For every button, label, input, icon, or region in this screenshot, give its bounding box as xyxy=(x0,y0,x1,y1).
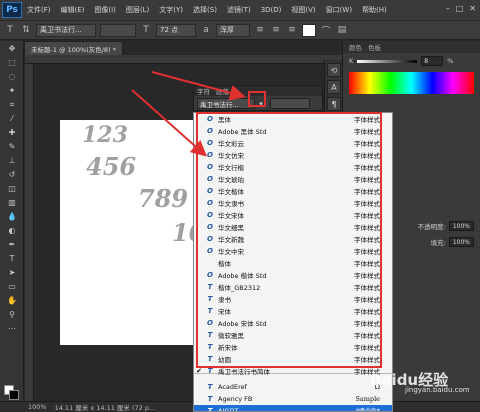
eyedropper-tool-icon[interactable]: ⁄ xyxy=(2,112,22,125)
font-size-select[interactable]: 72 点 xyxy=(156,23,196,37)
antialias-select[interactable]: 浑厚 xyxy=(216,23,250,37)
warp-text-icon[interactable]: ⌒ xyxy=(320,24,332,37)
panels-toggle-icon[interactable]: ▤ xyxy=(336,24,348,36)
menu-help[interactable]: 帮助(H) xyxy=(357,5,392,15)
menu-layer[interactable]: 图层(L) xyxy=(121,5,154,15)
handwriting-123: 123 xyxy=(82,122,128,148)
align-left-icon[interactable]: ≡ xyxy=(254,24,266,36)
menu-bar: Ps 文件(F) 编辑(E) 图像(I) 图层(L) 文字(Y) 选择(S) 滤… xyxy=(0,0,480,20)
highlight-chinese-fonts xyxy=(196,112,382,368)
menu-edit[interactable]: 编辑(E) xyxy=(56,5,90,15)
character-panel-icon[interactable]: A xyxy=(327,80,341,94)
tools-panel: ✥ ⬚ ◌ ✦ ⌗ ⁄ ✚ ✎ ⊥ ↺ ◫ ▥ 💧 ◐ ✒ T ➤ ▭ ✋ ⚲ … xyxy=(0,41,24,401)
character-style-select[interactable] xyxy=(270,98,310,109)
handwriting-456: 456 xyxy=(86,152,137,181)
font-list-item[interactable]: T AcadEref Ω xyxy=(194,381,392,392)
path-selection-tool-icon[interactable]: ➤ xyxy=(2,266,22,279)
menu-view[interactable]: 视图(V) xyxy=(286,5,320,15)
fill-input[interactable]: 100% xyxy=(448,237,474,247)
fill-label: 填充: xyxy=(430,239,446,247)
text-color-swatch[interactable] xyxy=(302,23,316,37)
photoshop-window: Ps 文件(F) 编辑(E) 图像(I) 图层(L) 文字(Y) 选择(S) 滤… xyxy=(0,0,480,412)
font-style-select[interactable] xyxy=(100,23,136,37)
shape-tool-icon[interactable]: ▭ xyxy=(2,280,22,293)
tab-paragraph[interactable]: 段落 xyxy=(216,86,229,96)
opacity-input[interactable]: 100% xyxy=(448,221,474,231)
k-value-input[interactable]: 8 xyxy=(421,56,444,66)
truetype-font-icon: T xyxy=(207,406,213,412)
menu-filter[interactable]: 滤镜(T) xyxy=(222,5,256,15)
tab-swatches[interactable]: 色板 xyxy=(368,42,381,52)
photoshop-logo: Ps xyxy=(2,2,22,18)
move-tool-icon[interactable]: ✥ xyxy=(2,42,22,55)
character-font-select[interactable]: 禹卫书法行... xyxy=(197,98,255,109)
antialias-icon: a xyxy=(203,25,209,35)
gradient-tool-icon[interactable]: ▥ xyxy=(2,196,22,209)
marquee-tool-icon[interactable]: ⬚ xyxy=(2,56,22,69)
truetype-font-icon: T xyxy=(207,382,213,391)
orientation-icon[interactable]: ⇅ xyxy=(20,24,32,36)
font-size-icon: T xyxy=(143,25,149,35)
hand-tool-icon[interactable]: ✋ xyxy=(2,294,22,307)
font-sample: Sample xyxy=(355,394,380,403)
lasso-tool-icon[interactable]: ◌ xyxy=(2,70,22,83)
menu-file[interactable]: 文件(F) xyxy=(22,5,56,15)
font-name: AcadEref xyxy=(218,382,247,391)
pen-tool-icon[interactable]: ✒ xyxy=(2,238,22,251)
background-color-swatch[interactable] xyxy=(9,390,19,400)
maximize-icon[interactable]: □ xyxy=(456,4,464,13)
highlight-dropdown-button xyxy=(248,91,266,107)
font-list-item[interactable]: T Agency FB Sample xyxy=(194,393,392,404)
font-family-select[interactable]: 禹卫书法行... xyxy=(36,23,96,37)
font-name: AIGDT xyxy=(218,406,239,412)
minimize-icon[interactable]: – xyxy=(446,4,450,13)
color-spectrum[interactable] xyxy=(349,72,474,94)
menu-window[interactable]: 窗口(W) xyxy=(321,5,357,15)
document-tab[interactable]: 未标题-1 @ 100%(灰色/8) * xyxy=(24,41,123,55)
tab-character[interactable]: 字符 xyxy=(197,86,210,96)
zoom-tool-icon[interactable]: ⚲ xyxy=(2,308,22,321)
k-label: K xyxy=(349,57,354,65)
k-unit: % xyxy=(447,57,454,65)
type-tool-icon[interactable]: T xyxy=(2,252,22,265)
history-brush-tool-icon[interactable]: ↺ xyxy=(2,168,22,181)
menu-type[interactable]: 文字(Y) xyxy=(154,5,188,15)
font-name: Agency FB xyxy=(218,394,253,403)
baidu-watermark-url: jingyan.baidu.com xyxy=(405,386,470,394)
dodge-tool-icon[interactable]: ◐ xyxy=(2,224,22,237)
more-tools-icon[interactable]: ⋯ xyxy=(2,322,22,335)
zoom-level[interactable]: 100% xyxy=(28,403,47,411)
eraser-tool-icon[interactable]: ◫ xyxy=(2,182,22,195)
handwriting-789: 789 xyxy=(138,184,189,213)
opacity-label: 不透明度: xyxy=(417,223,446,231)
font-sample: ⌀⊕◎⊘⌖ xyxy=(355,406,380,412)
font-list-item[interactable]: T AIGDT ⌀⊕◎⊘⌖ xyxy=(194,405,392,412)
options-bar: T ⇅ 禹卫书法行... T 72 点 a 浑厚 ≡ ≡ ≡ ⌒ ▤ xyxy=(0,20,480,40)
paragraph-panel-icon[interactable]: ¶ xyxy=(327,97,341,111)
align-right-icon[interactable]: ≡ xyxy=(286,24,298,36)
color-panel-tabs: 颜色 色板 xyxy=(343,41,480,53)
tab-color[interactable]: 颜色 xyxy=(349,42,362,52)
window-controls: – □ ✕ xyxy=(446,4,476,13)
k-channel-row: K 8 % xyxy=(343,53,480,69)
close-icon[interactable]: ✕ xyxy=(469,4,476,13)
history-icon[interactable]: ⟲ xyxy=(327,63,341,77)
menu-3d[interactable]: 3D(D) xyxy=(256,6,287,14)
magic-wand-tool-icon[interactable]: ✦ xyxy=(2,84,22,97)
blur-tool-icon[interactable]: 💧 xyxy=(2,210,22,223)
align-center-icon[interactable]: ≡ xyxy=(270,24,282,36)
brush-tool-icon[interactable]: ✎ xyxy=(2,140,22,153)
menu-image[interactable]: 图像(I) xyxy=(89,5,121,15)
ruler-horizontal xyxy=(25,55,350,64)
document-size: 14.11 厘米 x 14.11 厘米 (72 p... xyxy=(54,404,156,412)
type-tool-icon[interactable]: T xyxy=(4,24,16,36)
menu-select[interactable]: 选择(S) xyxy=(188,5,222,15)
crop-tool-icon[interactable]: ⌗ xyxy=(2,98,22,111)
k-slider[interactable] xyxy=(357,59,418,63)
healing-brush-tool-icon[interactable]: ✚ xyxy=(2,126,22,139)
clone-stamp-tool-icon[interactable]: ⊥ xyxy=(2,154,22,167)
truetype-font-icon: T xyxy=(207,394,213,403)
ruler-vertical xyxy=(25,64,34,401)
